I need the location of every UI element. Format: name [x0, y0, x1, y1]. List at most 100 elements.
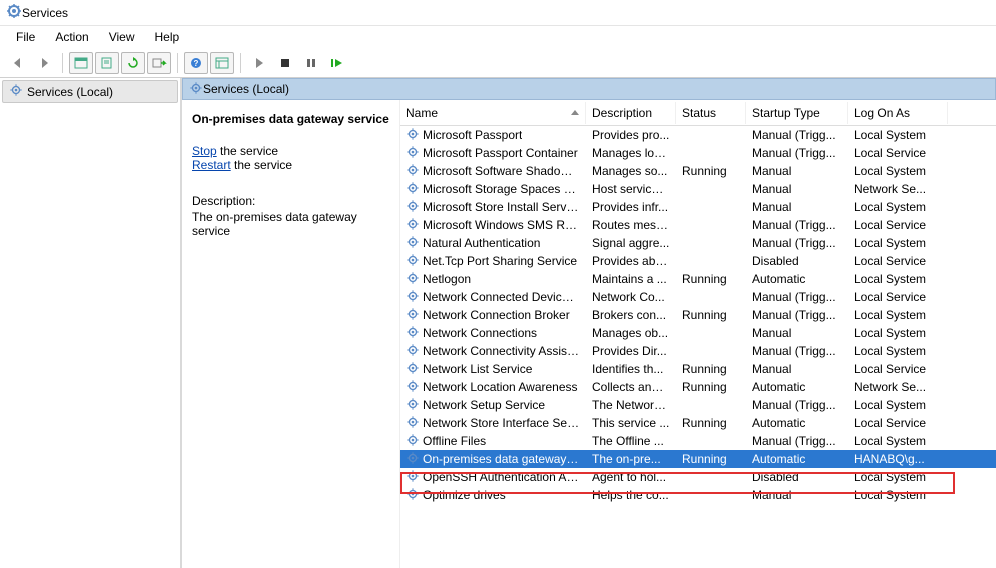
- gear-icon: [406, 289, 420, 306]
- forward-button[interactable]: [32, 52, 56, 74]
- table-row[interactable]: OpenSSH Authentication Ag...Agent to hol…: [400, 468, 996, 486]
- cell-startup-type: Manual (Trigg...: [746, 397, 848, 413]
- menu-view[interactable]: View: [99, 28, 145, 46]
- cell-status: Running: [676, 415, 746, 431]
- table-row[interactable]: Microsoft Windows SMS Ro...Routes mess..…: [400, 216, 996, 234]
- table-row[interactable]: NetlogonMaintains a ...RunningAutomaticL…: [400, 270, 996, 288]
- cell-name: Network Store Interface Serv...: [400, 414, 586, 433]
- table-row[interactable]: Net.Tcp Port Sharing ServiceProvides abi…: [400, 252, 996, 270]
- window-title: Services: [22, 6, 68, 20]
- gear-icon: [406, 397, 420, 414]
- table-row[interactable]: Microsoft PassportProvides pro...Manual …: [400, 126, 996, 144]
- cell-logon: Local Service: [848, 289, 948, 305]
- cell-logon: Local System: [848, 127, 948, 143]
- cell-logon: Local Service: [848, 217, 948, 233]
- cell-status: [676, 296, 746, 298]
- export-button[interactable]: [95, 52, 119, 74]
- cell-logon: Local System: [848, 163, 948, 179]
- stop-service-line: Stop the service: [192, 144, 389, 158]
- cell-status: [676, 332, 746, 334]
- title-bar: Services: [0, 0, 996, 26]
- cell-logon: Local System: [848, 235, 948, 251]
- column-headers: Name Description Status Startup Type Log…: [400, 100, 996, 126]
- cell-logon: Local System: [848, 469, 948, 485]
- cell-startup-type: Manual: [746, 199, 848, 215]
- table-row[interactable]: Network Connected Devices ...Network Co.…: [400, 288, 996, 306]
- cell-description: Provides pro...: [586, 127, 676, 143]
- table-row[interactable]: Microsoft Store Install ServiceProvides …: [400, 198, 996, 216]
- cell-startup-type: Manual (Trigg...: [746, 307, 848, 323]
- svg-text:?: ?: [194, 59, 199, 68]
- description-text: The on-premises data gateway service: [192, 210, 389, 238]
- col-logon-as[interactable]: Log On As: [848, 102, 948, 124]
- list-button[interactable]: [210, 52, 234, 74]
- cell-startup-type: Manual: [746, 361, 848, 377]
- pause-button[interactable]: [299, 52, 323, 74]
- table-row[interactable]: Microsoft Software Shadow ...Manages so.…: [400, 162, 996, 180]
- gear-icon: [406, 361, 420, 378]
- table-row[interactable]: Offline FilesThe Offline ...Manual (Trig…: [400, 432, 996, 450]
- tree-item-services-local[interactable]: Services (Local): [2, 80, 178, 103]
- help-button[interactable]: ?: [184, 52, 208, 74]
- refresh-button[interactable]: [121, 52, 145, 74]
- cell-logon: Local Service: [848, 145, 948, 161]
- gear-icon: [406, 127, 420, 144]
- stop-button[interactable]: [273, 52, 297, 74]
- col-description[interactable]: Description: [586, 102, 676, 124]
- table-row[interactable]: Network Store Interface Serv...This serv…: [400, 414, 996, 432]
- stop-link[interactable]: Stop: [192, 144, 217, 158]
- table-row[interactable]: On-premises data gateway s...The on-pre.…: [400, 450, 996, 468]
- list-header-title: Services (Local): [203, 82, 289, 96]
- cell-logon: HANABQ\g...: [848, 451, 948, 467]
- restart-link[interactable]: Restart: [192, 158, 231, 172]
- cell-name: Network Connection Broker: [400, 306, 586, 325]
- cell-logon: Local System: [848, 397, 948, 413]
- cell-name: Netlogon: [400, 270, 586, 289]
- cell-status: Running: [676, 379, 746, 395]
- cell-status: [676, 134, 746, 136]
- cell-name: Network List Service: [400, 360, 586, 379]
- cell-description: Network Co...: [586, 289, 676, 305]
- table-row[interactable]: Microsoft Passport ContainerManages loc.…: [400, 144, 996, 162]
- col-startup-type[interactable]: Startup Type: [746, 102, 848, 124]
- menu-action[interactable]: Action: [45, 28, 98, 46]
- restart-service-line: Restart the service: [192, 158, 389, 172]
- play-button[interactable]: [247, 52, 271, 74]
- table-row[interactable]: Network Connection BrokerBrokers con...R…: [400, 306, 996, 324]
- cell-name: Microsoft Software Shadow ...: [400, 162, 586, 181]
- cell-status: Running: [676, 163, 746, 179]
- table-row[interactable]: Network ConnectionsManages ob...ManualLo…: [400, 324, 996, 342]
- action-button[interactable]: [147, 52, 171, 74]
- properties-button[interactable]: [69, 52, 93, 74]
- gear-icon: [9, 83, 23, 100]
- table-row[interactable]: Microsoft Storage Spaces S...Host servic…: [400, 180, 996, 198]
- gear-icon: [406, 271, 420, 288]
- cell-startup-type: Manual (Trigg...: [746, 433, 848, 449]
- menu-help[interactable]: Help: [145, 28, 190, 46]
- list-pane: Name Description Status Startup Type Log…: [400, 100, 996, 568]
- back-button[interactable]: [6, 52, 30, 74]
- restart-button[interactable]: [325, 52, 349, 74]
- table-row[interactable]: Network Connectivity Assist...Provides D…: [400, 342, 996, 360]
- cell-startup-type: Disabled: [746, 253, 848, 269]
- toolbar: ?: [0, 48, 996, 78]
- gear-icon: [406, 145, 420, 162]
- table-row[interactable]: Network Location AwarenessCollects and .…: [400, 378, 996, 396]
- table-row[interactable]: Optimize drivesHelps the co...ManualLoca…: [400, 486, 996, 504]
- cell-name: Microsoft Storage Spaces S...: [400, 180, 586, 199]
- gear-icon: [406, 253, 420, 270]
- cell-status: [676, 476, 746, 478]
- table-row[interactable]: Natural AuthenticationSignal aggre...Man…: [400, 234, 996, 252]
- cell-startup-type: Manual (Trigg...: [746, 217, 848, 233]
- cell-description: The on-pre...: [586, 451, 676, 467]
- tree-item-label: Services (Local): [27, 85, 113, 99]
- sort-asc-icon: [571, 110, 579, 115]
- table-row[interactable]: Network List ServiceIdentifies th...Runn…: [400, 360, 996, 378]
- col-name[interactable]: Name: [400, 102, 586, 124]
- menu-file[interactable]: File: [6, 28, 45, 46]
- col-status[interactable]: Status: [676, 102, 746, 124]
- cell-logon: Local Service: [848, 361, 948, 377]
- cell-description: This service ...: [586, 415, 676, 431]
- table-row[interactable]: Network Setup ServiceThe Network...Manua…: [400, 396, 996, 414]
- cell-startup-type: Automatic: [746, 451, 848, 467]
